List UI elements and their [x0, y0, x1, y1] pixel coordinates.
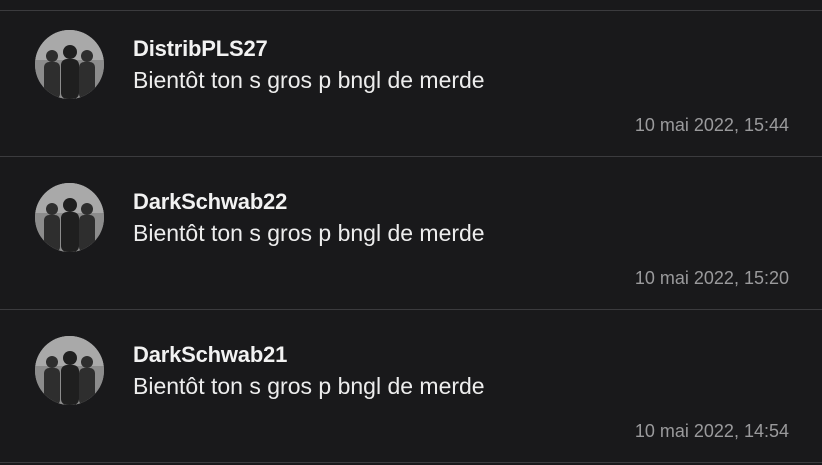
comment-timestamp: 10 mai 2022, 14:54 — [634, 421, 789, 441]
divider — [0, 462, 822, 463]
people-silhouette-icon — [35, 30, 104, 99]
comment-timestamp: 10 mai 2022, 15:44 — [634, 115, 789, 135]
people-silhouette-icon — [35, 183, 104, 252]
comment-item[interactable]: DarkSchwab22 Bientôt ton s gros p bngl d… — [0, 164, 822, 309]
avatar[interactable] — [35, 183, 104, 252]
avatar[interactable] — [35, 336, 104, 405]
divider — [0, 156, 822, 157]
comment-item[interactable]: DistribPLS27 Bientôt ton s gros p bngl d… — [0, 11, 822, 156]
avatar[interactable] — [35, 30, 104, 99]
comment-author[interactable]: DistribPLS27 — [133, 36, 268, 62]
comment-text: Bientôt ton s gros p bngl de merde — [133, 373, 485, 399]
comment-timestamp: 10 mai 2022, 15:20 — [634, 268, 789, 288]
comment-author[interactable]: DarkSchwab22 — [133, 189, 287, 215]
comment-feed: DistribPLS27 Bientôt ton s gros p bngl d… — [0, 0, 822, 465]
comment-author[interactable]: DarkSchwab21 — [133, 342, 287, 368]
comment-text: Bientôt ton s gros p bngl de merde — [133, 67, 485, 93]
comment-text: Bientôt ton s gros p bngl de merde — [133, 220, 485, 246]
people-silhouette-icon — [35, 336, 104, 405]
divider — [0, 309, 822, 310]
comment-item[interactable]: DarkSchwab21 Bientôt ton s gros p bngl d… — [0, 317, 822, 462]
